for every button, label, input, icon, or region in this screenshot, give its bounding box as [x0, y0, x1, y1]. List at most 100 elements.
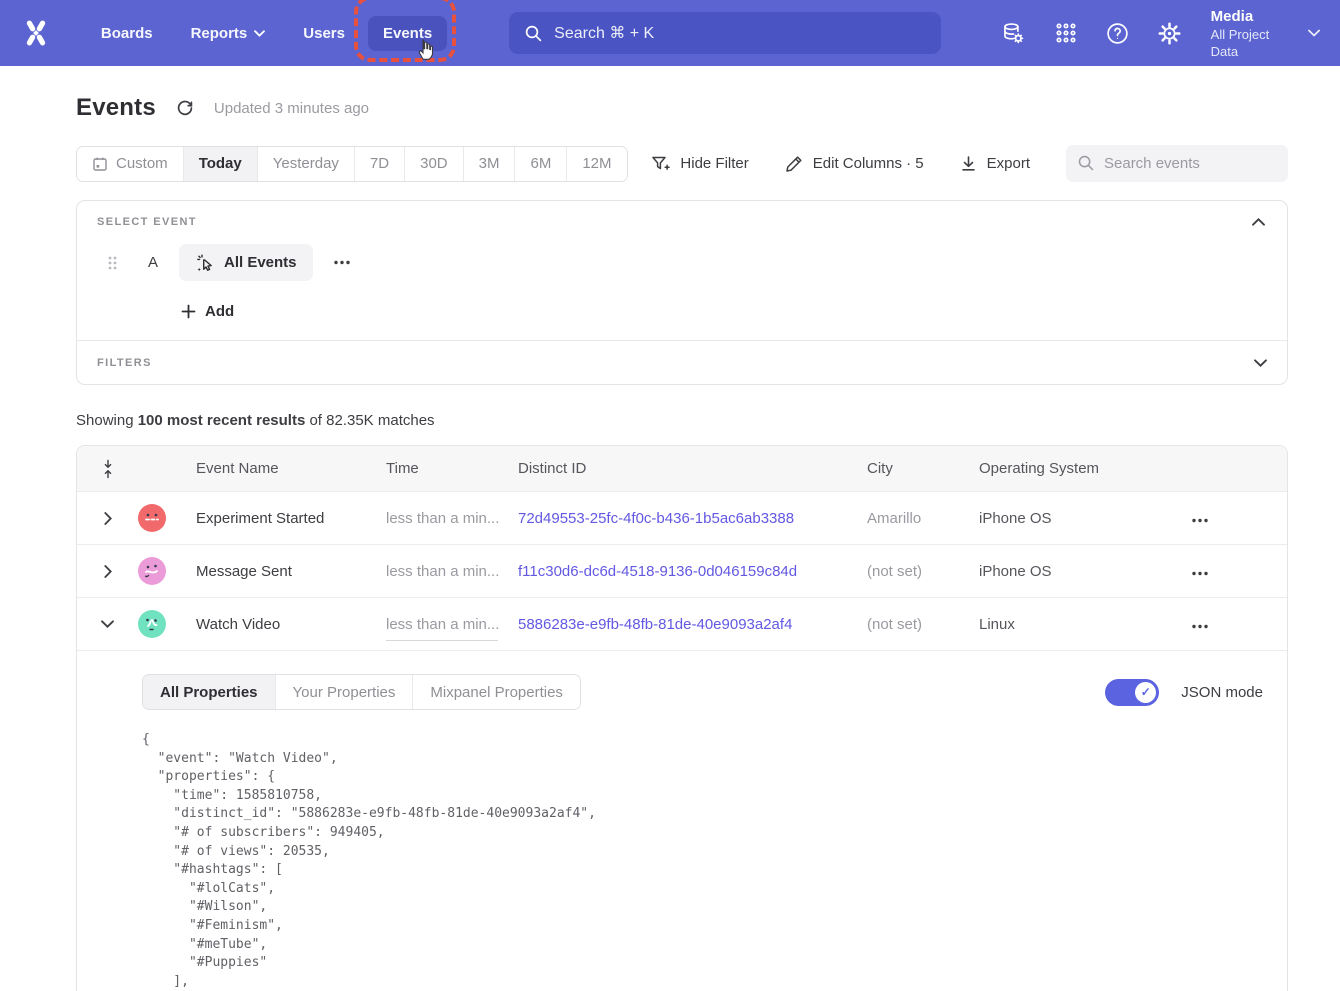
- chevron-right-icon: [104, 565, 112, 578]
- drag-handle-icon[interactable]: [107, 255, 121, 271]
- edit-columns-button[interactable]: Edit Columns · 5: [785, 155, 924, 173]
- cell-city: (not set): [867, 616, 979, 633]
- table-row[interactable]: Message Sent less than a min... f11c30d6…: [77, 544, 1287, 597]
- event-avatar: [138, 610, 166, 638]
- daterange-6m[interactable]: 6M: [515, 147, 567, 181]
- tab-all-properties[interactable]: All Properties: [143, 675, 276, 709]
- cell-time: less than a min...: [386, 616, 518, 633]
- nav-events[interactable]: Events: [368, 16, 447, 51]
- ellipsis-icon: [1191, 571, 1209, 576]
- distinct-id-link[interactable]: f11c30d6-dc6d-4518-9136-0d046159c84d: [518, 563, 797, 580]
- event-selector-button[interactable]: All Events: [179, 244, 313, 281]
- event-row-letter: A: [143, 254, 163, 271]
- table-row-expanded[interactable]: Watch Video less than a min... 5886283e-…: [77, 597, 1287, 650]
- date-range-selector: Custom Today Yesterday 7D 30D 3M 6M 12M: [76, 146, 628, 182]
- nav-boards[interactable]: Boards: [86, 16, 168, 51]
- distinct-id-link[interactable]: 72d49553-25fc-4f0c-b436-1b5ac6ab3388: [518, 510, 794, 527]
- data-management-icon[interactable]: [999, 18, 1029, 48]
- controls-row: Custom Today Yesterday 7D 30D 3M 6M 12M …: [76, 145, 1288, 182]
- search-icon: [1078, 155, 1094, 171]
- tab-mixpanel-properties[interactable]: Mixpanel Properties: [413, 675, 580, 709]
- json-mode-label: JSON mode: [1181, 684, 1263, 701]
- ellipsis-icon: [333, 260, 351, 265]
- event-json-view: { "event": "Watch Video", "properties": …: [142, 731, 1263, 991]
- daterange-custom[interactable]: Custom: [77, 147, 184, 181]
- event-avatar: [138, 504, 166, 532]
- row-menu-button[interactable]: [1187, 620, 1213, 633]
- chevron-up-icon: [1252, 218, 1265, 226]
- query-builder-card: SELECT EVENT A: [76, 200, 1288, 385]
- page-title: Events: [76, 94, 156, 122]
- help-icon[interactable]: [1103, 18, 1133, 48]
- cell-time: less than a min...: [386, 510, 518, 527]
- properties-tabs: All Properties Your Properties Mixpanel …: [142, 674, 581, 710]
- results-summary: Showing 100 most recent results of 82.35…: [76, 412, 1288, 429]
- cell-os: iPhone OS: [979, 510, 1165, 527]
- cell-os: iPhone OS: [979, 563, 1165, 580]
- daterange-30d[interactable]: 30D: [405, 147, 464, 181]
- title-row: Events Updated 3 minutes ago: [76, 94, 1288, 122]
- json-mode-toggle[interactable]: ✓: [1105, 679, 1159, 706]
- filters-section-toggle[interactable]: FILTERS: [77, 340, 1287, 384]
- nav-utility-icons: [999, 18, 1185, 48]
- col-header-time[interactable]: Time: [386, 460, 518, 477]
- daterange-yesterday[interactable]: Yesterday: [258, 147, 355, 181]
- ellipsis-icon: [1191, 518, 1209, 523]
- global-search[interactable]: Search ⌘ + K: [509, 12, 941, 54]
- download-icon: [960, 155, 977, 173]
- magic-cursor-icon: [195, 253, 215, 273]
- funnel-icon: [651, 155, 670, 173]
- apps-grid-icon[interactable]: [1051, 18, 1081, 48]
- mixpanel-logo-icon[interactable]: [20, 16, 52, 50]
- event-selector-label: All Events: [224, 254, 297, 271]
- events-table: Event Name Time Distinct ID City Operati…: [76, 445, 1288, 991]
- events-search-input[interactable]: [1066, 145, 1288, 182]
- results-count: 100 most recent results: [138, 412, 306, 429]
- refresh-button[interactable]: [174, 97, 196, 119]
- row-menu-button[interactable]: [1187, 567, 1213, 580]
- project-selector[interactable]: Media All Project Data: [1211, 7, 1320, 60]
- select-event-label: SELECT EVENT: [97, 216, 197, 228]
- daterange-12m[interactable]: 12M: [567, 147, 626, 181]
- table-header-row: Event Name Time Distinct ID City Operati…: [77, 446, 1287, 491]
- nav-users[interactable]: Users: [288, 16, 360, 51]
- chevron-right-icon: [104, 512, 112, 525]
- col-header-event-name[interactable]: Event Name: [196, 460, 386, 477]
- collapse-row-button[interactable]: [98, 617, 117, 631]
- col-header-distinct-id[interactable]: Distinct ID: [518, 460, 867, 477]
- table-row[interactable]: Experiment Started less than a min... 72…: [77, 491, 1287, 544]
- sort-icon[interactable]: [98, 456, 118, 482]
- project-subtitle: All Project Data: [1211, 26, 1294, 60]
- col-header-os[interactable]: Operating System: [979, 460, 1165, 477]
- table-toolbar: Hide Filter Edit Columns · 5 Export: [651, 145, 1288, 182]
- project-name: Media: [1211, 7, 1294, 26]
- event-more-options-button[interactable]: [329, 256, 355, 269]
- nav-reports[interactable]: Reports: [176, 16, 281, 51]
- filters-label: FILTERS: [97, 357, 152, 369]
- collapse-section-button[interactable]: [1250, 216, 1267, 228]
- expand-row-button[interactable]: [101, 509, 115, 528]
- tab-your-properties[interactable]: Your Properties: [276, 675, 414, 709]
- refresh-icon: [176, 99, 194, 117]
- daterange-3m[interactable]: 3M: [464, 147, 516, 181]
- daterange-today[interactable]: Today: [184, 147, 258, 181]
- cell-event-name: Experiment Started: [196, 510, 386, 527]
- export-button[interactable]: Export: [960, 155, 1030, 173]
- expand-row-button[interactable]: [101, 562, 115, 581]
- global-search-label: Search ⌘ + K: [554, 23, 654, 43]
- row-menu-button[interactable]: [1187, 514, 1213, 527]
- add-event-button[interactable]: Add: [181, 303, 234, 320]
- chevron-down-icon: [101, 620, 114, 628]
- distinct-id-link[interactable]: 5886283e-e9fb-48fb-81de-40e9093a2af4: [518, 616, 792, 633]
- cell-os: Linux: [979, 616, 1165, 633]
- settings-gear-icon[interactable]: [1155, 18, 1185, 48]
- search-icon: [525, 25, 542, 42]
- event-details-panel: All Properties Your Properties Mixpanel …: [77, 650, 1287, 991]
- nav-events-wrap: Events: [368, 16, 447, 51]
- col-header-city[interactable]: City: [867, 460, 979, 477]
- chevron-down-icon: [254, 30, 265, 37]
- hide-filter-button[interactable]: Hide Filter: [651, 155, 748, 173]
- daterange-7d[interactable]: 7D: [355, 147, 405, 181]
- ellipsis-icon: [1191, 624, 1209, 629]
- last-updated-text: Updated 3 minutes ago: [214, 100, 369, 117]
